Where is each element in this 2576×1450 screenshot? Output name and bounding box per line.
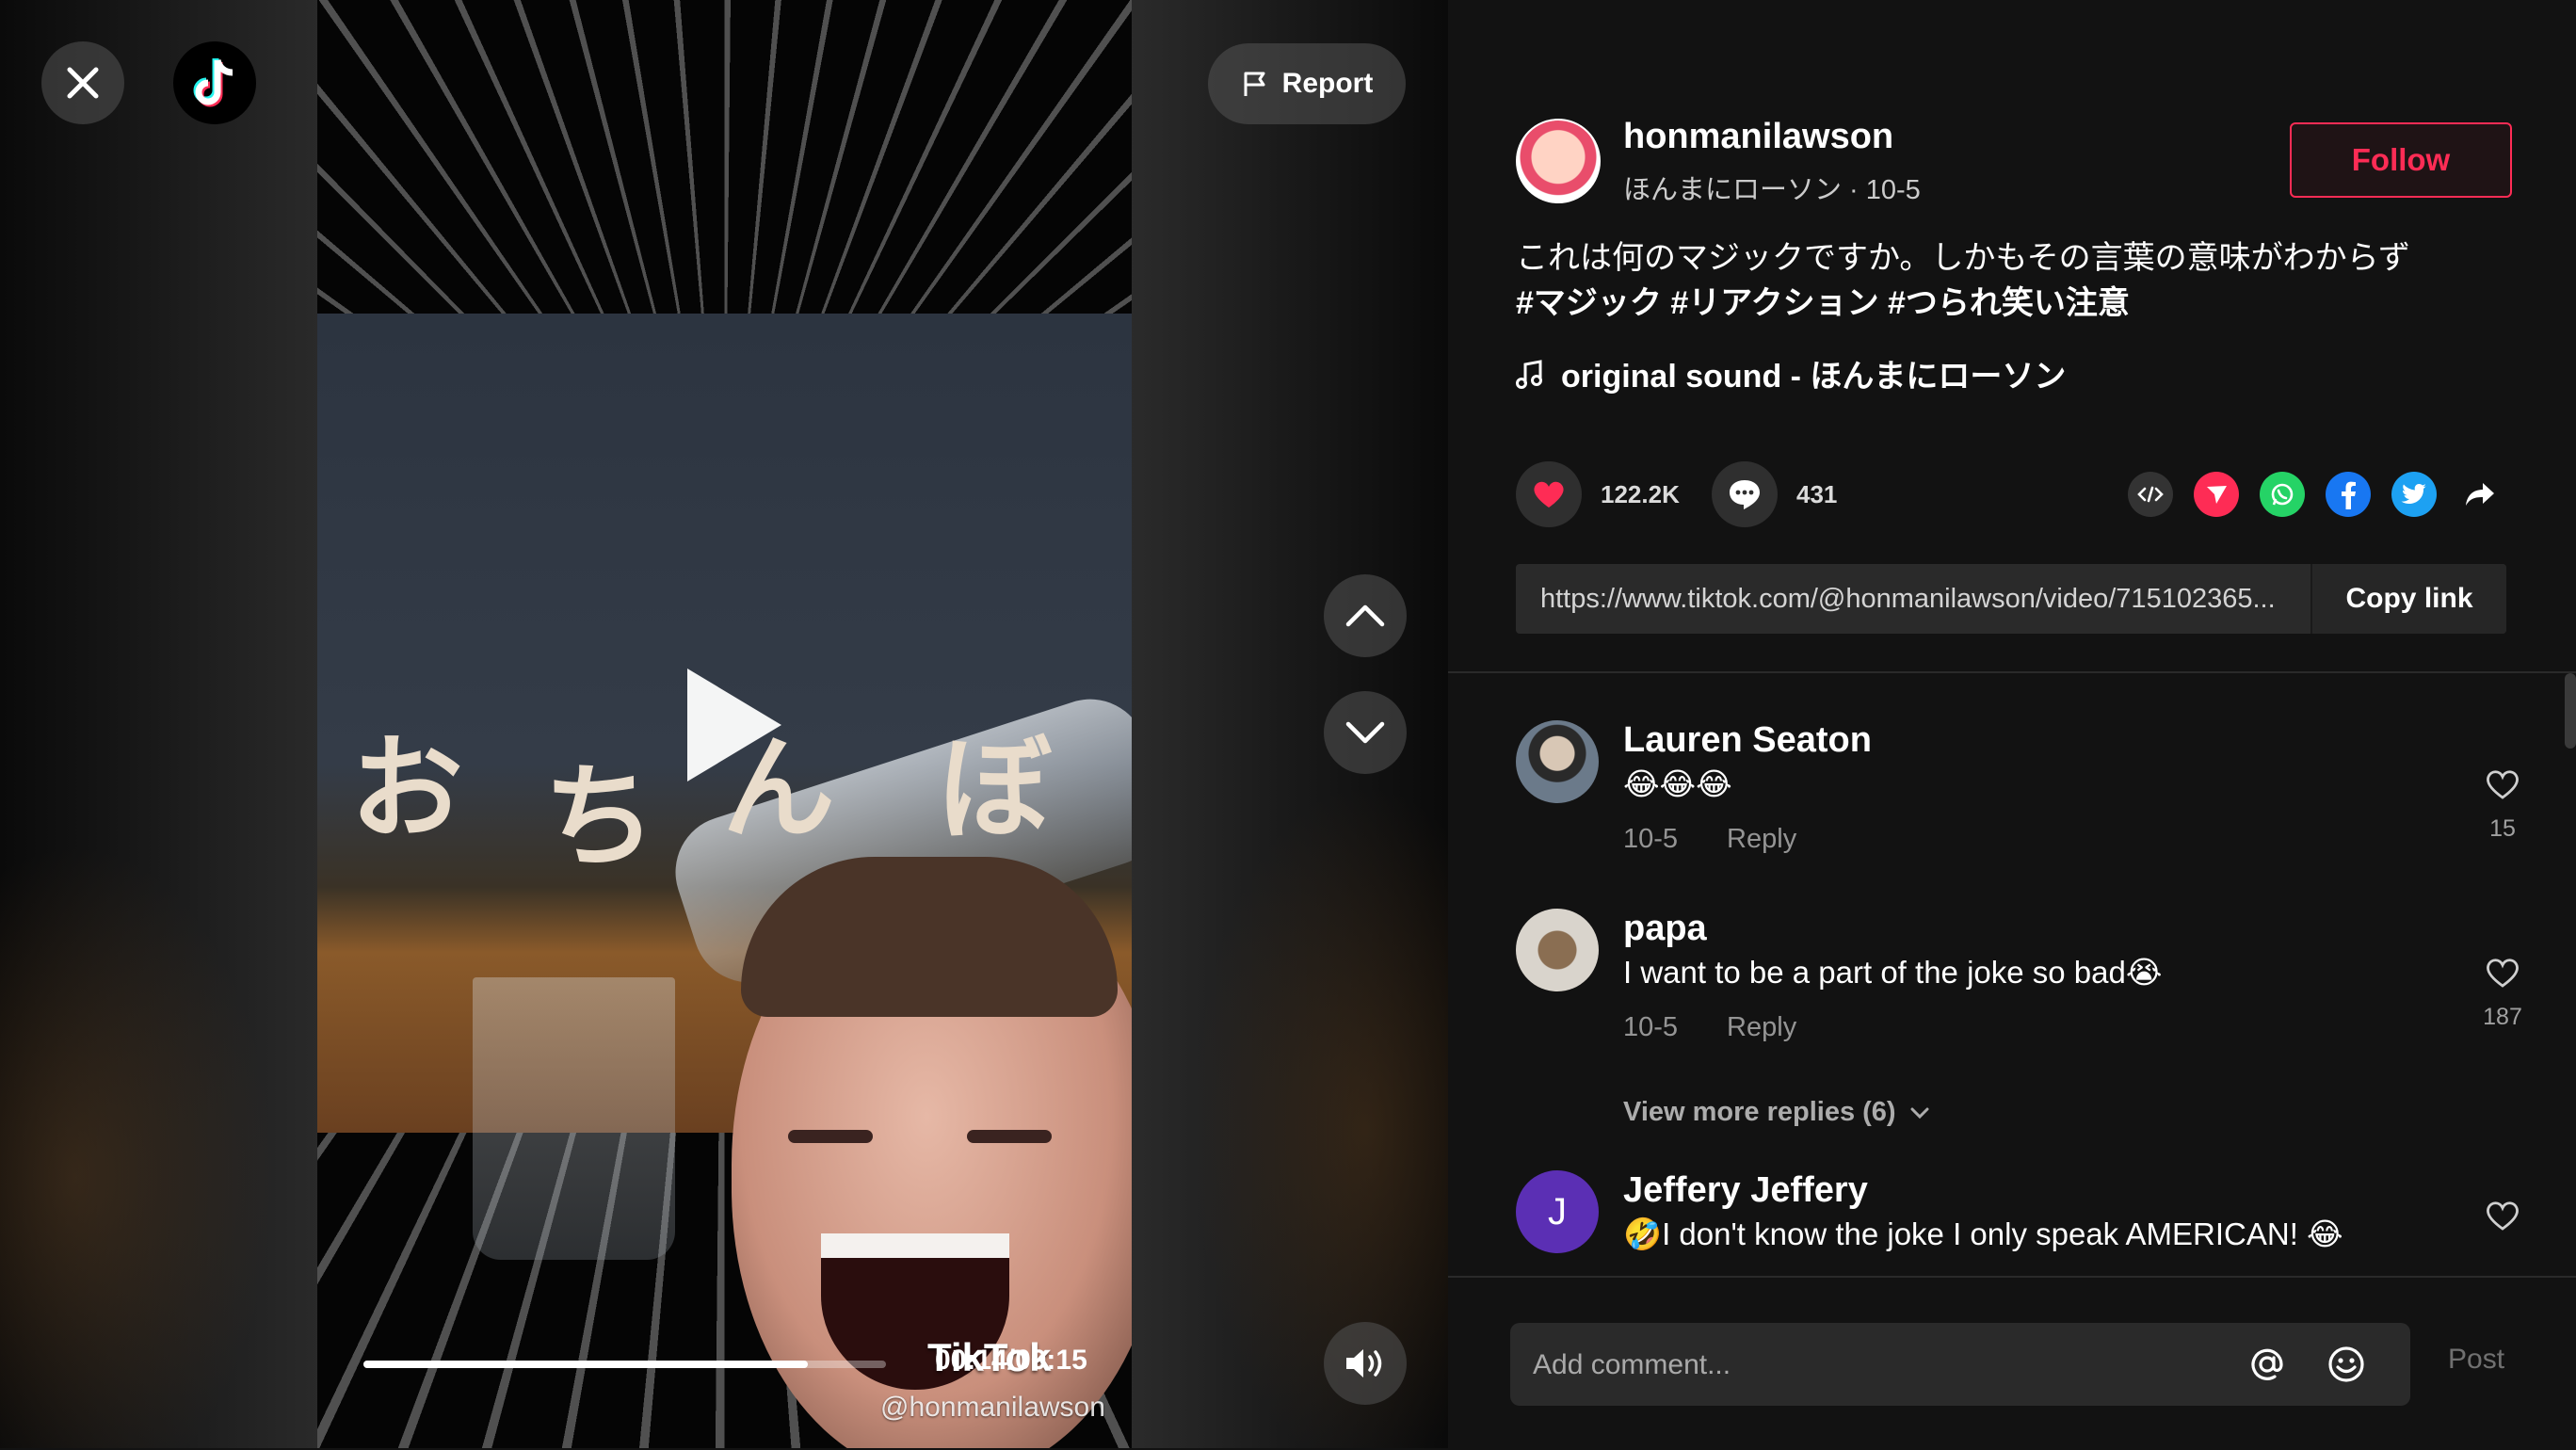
caption-text: これは何のマジックですか。しかもその言葉の意味がわからず	[1516, 240, 2410, 276]
send-icon[interactable]	[2194, 472, 2239, 517]
close-button[interactable]	[41, 41, 124, 124]
reply-button[interactable]: Reply	[1727, 1012, 1796, 1043]
like-count: 122.2K	[1601, 479, 1680, 508]
chevron-up-icon	[1345, 604, 1385, 627]
comment-like-count: 187	[2483, 1004, 2522, 1030]
heart-outline-icon	[2487, 770, 2519, 799]
heart-outline-icon	[2487, 959, 2519, 988]
video-info-panel: honmanilawson ほんまにローソン · 10-5 Follow これは…	[1448, 0, 2576, 1450]
video-link-box: https://www.tiktok.com/@honmanilawson/vi…	[1516, 564, 2506, 634]
glass-graphic	[473, 977, 675, 1260]
share-buttons	[2128, 472, 2503, 517]
video-stage: お ち ん ぼ TikTok 00:14/00:15 @honmanilawso…	[0, 0, 1448, 1448]
chevron-down-icon	[1910, 1107, 1929, 1119]
comment-author[interactable]: Lauren Seaton	[1623, 720, 1872, 761]
avatar[interactable]	[1516, 909, 1599, 991]
whatsapp-icon[interactable]	[2260, 472, 2305, 517]
music-label: original sound - ほんまにローソン	[1561, 359, 2067, 395]
comment-date: 10-5	[1623, 824, 1679, 854]
comment-text: 🤣I don't know the joke I only speak AMER…	[1623, 1216, 2343, 1251]
copy-link-button[interactable]: Copy link	[2310, 564, 2506, 634]
author-avatar[interactable]	[1516, 119, 1601, 203]
volume-button[interactable]	[1324, 1322, 1407, 1405]
video-url[interactable]: https://www.tiktok.com/@honmanilawson/vi…	[1516, 564, 2310, 634]
report-label: Report	[1281, 68, 1374, 99]
comment-date: 10-5	[1623, 1012, 1679, 1042]
tiktok-logo[interactable]	[173, 41, 256, 124]
facebook-icon[interactable]	[2326, 472, 2371, 517]
emoji-icon[interactable]	[2326, 1344, 2367, 1385]
like-button[interactable]	[1516, 461, 1582, 527]
comment-count: 431	[1796, 479, 1838, 508]
heart-icon	[1534, 481, 1564, 508]
author-username[interactable]: honmanilawson	[1623, 117, 1893, 157]
comment-like[interactable]: 15	[2474, 767, 2531, 843]
comment-author[interactable]: papa	[1623, 909, 1707, 949]
comment-text: 😂😂😂	[1623, 766, 1732, 801]
share-arrow-icon[interactable]	[2457, 472, 2503, 517]
comment-scrollbar[interactable]	[2565, 673, 2576, 749]
heart-outline-icon	[2487, 1201, 2519, 1231]
close-icon	[67, 67, 99, 99]
view-more-replies[interactable]: View more replies (6)	[1623, 1097, 1930, 1128]
overlay-kana: お	[350, 722, 463, 855]
follow-button[interactable]: Follow	[2290, 122, 2512, 198]
view-more-label: View more replies (6)	[1623, 1097, 1896, 1127]
video-progress-bar[interactable]	[363, 1361, 886, 1368]
flag-icon	[1244, 72, 1265, 96]
comment-like-count: 15	[2489, 815, 2516, 842]
volume-icon	[1346, 1349, 1382, 1378]
next-video-button[interactable]	[1324, 691, 1407, 774]
author-nickname-date: ほんまにローソン · 10-5	[1623, 175, 1921, 205]
overlay-kana: ち	[543, 750, 656, 883]
report-button[interactable]: Report	[1208, 43, 1406, 124]
mention-icon[interactable]	[2246, 1344, 2288, 1385]
comment-text: I want to be a part of the joke so bad😭	[1623, 955, 2163, 990]
video-caption: これは何のマジックですか。しかもその言葉の意味がわからず #マジック #リアクシ…	[1516, 235, 2514, 326]
comment-stat[interactable]: 431	[1712, 461, 1837, 527]
comment-like[interactable]	[2474, 1199, 2531, 1237]
comment-bubble-icon	[1730, 480, 1760, 509]
play-icon[interactable]	[687, 669, 781, 781]
overlay-kana: ぼ	[939, 722, 1052, 855]
music-note-icon	[1516, 359, 1542, 389]
watermark-username: @honmanilawson	[880, 1392, 1105, 1423]
previous-video-button[interactable]	[1324, 574, 1407, 657]
reply-button[interactable]: Reply	[1727, 824, 1796, 855]
tiktok-logo-icon	[193, 58, 233, 107]
comment-list: Lauren Seaton 😂😂😂 10-5 Reply 15 papa I w…	[1448, 673, 2576, 1276]
like-stat[interactable]: 122.2K	[1516, 461, 1680, 527]
comment-like[interactable]: 187	[2474, 956, 2531, 1031]
comment-author[interactable]: Jeffery Jeffery	[1623, 1170, 1868, 1211]
comment-compose-bar: Post	[1448, 1276, 2576, 1450]
chevron-down-icon	[1345, 721, 1385, 744]
progress-fill	[363, 1361, 808, 1368]
caption-hashtags[interactable]: #マジック #リアクション #つられ笑い注意	[1516, 281, 2514, 326]
post-button[interactable]: Post	[2448, 1344, 2504, 1376]
comment-input[interactable]	[1531, 1323, 2213, 1408]
avatar[interactable]: J	[1516, 1170, 1599, 1253]
twitter-icon[interactable]	[2391, 472, 2437, 517]
music-link[interactable]: original sound - ほんまにローソン	[1516, 350, 2066, 396]
avatar[interactable]	[1516, 720, 1599, 803]
avatar-letter: J	[1548, 1190, 1567, 1232]
comment-input-box	[1510, 1323, 2410, 1408]
comment-button[interactable]	[1712, 461, 1778, 527]
embed-icon[interactable]	[2128, 472, 2173, 517]
video-time: 00:14/00:15	[935, 1345, 1087, 1376]
